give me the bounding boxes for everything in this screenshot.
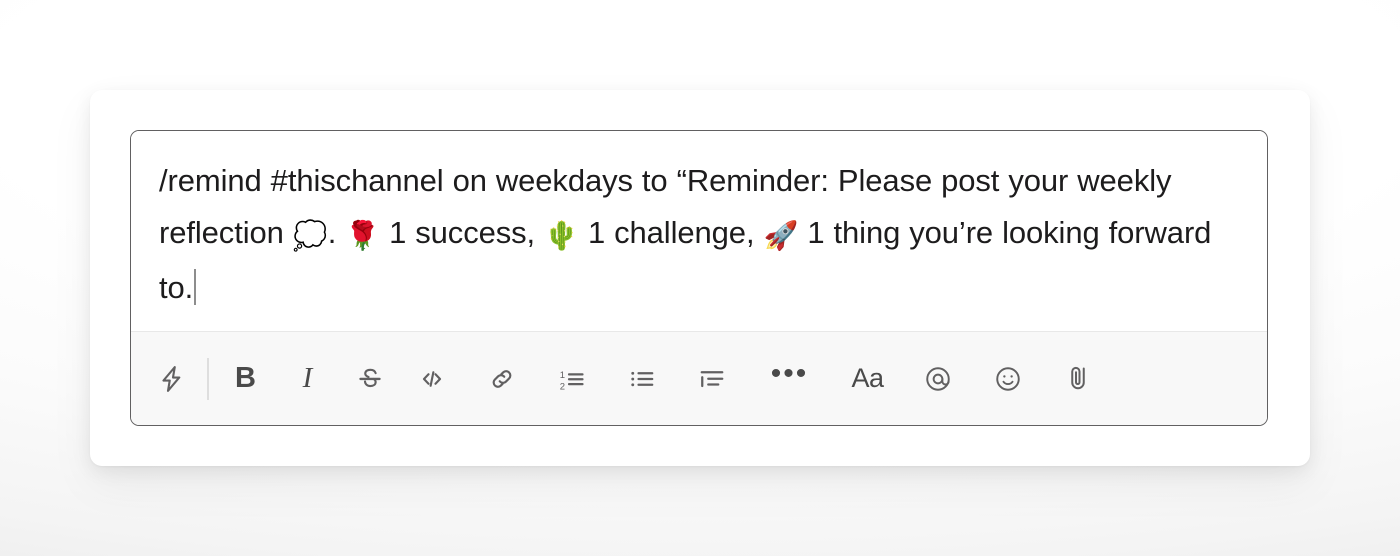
more-options-icon: ••• [770,357,809,390]
emoji-icon [993,364,1023,394]
bulleted-list-button[interactable] [617,354,667,404]
strikethrough-icon [355,364,385,394]
formatting-button[interactable]: Aa [843,354,893,404]
toolbar-divider [207,357,209,400]
strikethrough-button[interactable] [345,354,395,404]
bold-icon: B [235,362,256,394]
formatting-icon: Aa [851,363,884,393]
message-composer[interactable]: /remind #thischannel on weekdays to “Rem… [130,130,1268,426]
rose-emoji: 🌹 [345,220,381,251]
cactus-emoji: 🌵 [544,220,579,251]
code-icon [417,364,447,394]
ordered-list-icon: 1 2 [557,364,587,394]
italic-icon: I [302,362,313,394]
text-cursor [194,269,197,305]
blockquote-icon [697,364,727,394]
lightning-bolt-icon [157,364,187,394]
ordered-list-button[interactable]: 1 2 [547,354,597,404]
link-icon [487,364,517,394]
message-segment-text-2: . [327,215,346,250]
rocket-emoji: 🚀 [763,220,799,251]
message-segment-text-4: 1 challenge, [578,215,764,250]
paperclip-icon [1063,364,1093,394]
bold-button[interactable]: B [221,354,271,404]
blockquote-button[interactable] [687,354,737,404]
composer-card: /remind #thischannel on weekdays to “Rem… [90,90,1310,466]
shortcuts-button[interactable] [147,354,197,404]
link-button[interactable] [477,354,527,404]
bulleted-list-icon [627,364,657,394]
formatting-toolbar: B I 1 2 ••• Aa [131,331,1267,425]
attach-button[interactable] [1053,354,1103,404]
code-button[interactable] [407,354,457,404]
mention-icon [923,364,953,394]
svg-text:1: 1 [559,369,564,380]
more-options-button[interactable]: ••• [765,354,815,404]
italic-button[interactable]: I [283,354,333,404]
svg-text:2: 2 [559,381,564,392]
mention-button[interactable] [913,354,963,404]
message-segment-text-3: 1 success, [380,215,545,250]
message-input[interactable]: /remind #thischannel on weekdays to “Rem… [131,131,1267,331]
emoji-button[interactable] [983,354,1033,404]
message-text: /remind #thischannel on weekdays to “Rem… [159,163,1211,305]
thought-balloon-emoji: 💭 [292,220,328,251]
